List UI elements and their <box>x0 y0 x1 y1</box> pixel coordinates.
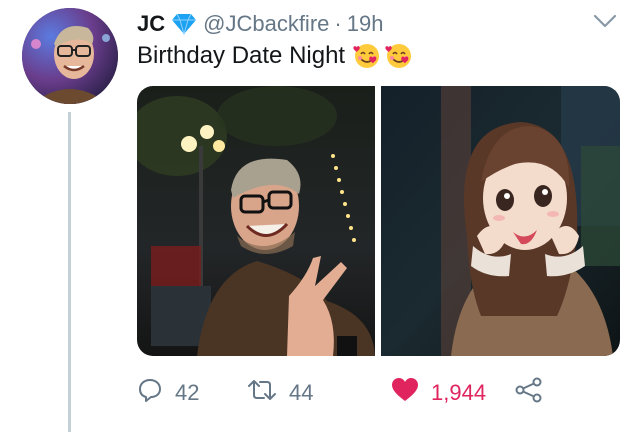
diamond-icon <box>171 13 197 35</box>
reply-button[interactable]: 42 <box>137 377 199 409</box>
media-grid <box>137 86 620 356</box>
retweet-count: 44 <box>289 380 314 405</box>
avatar[interactable] <box>22 8 118 104</box>
reply-icon <box>137 377 163 409</box>
retweet-button[interactable]: 44 <box>247 377 313 409</box>
timestamp[interactable]: 19h <box>347 11 384 37</box>
photo-anime-drawing[interactable] <box>381 86 620 356</box>
separator-dot: · <box>334 11 342 36</box>
smiling-face-with-hearts-emoji <box>385 42 413 70</box>
tweet-header: JC @JCbackfire · 19h <box>137 10 383 38</box>
share-icon <box>515 377 543 409</box>
tweet-text-body: Birthday Date Night <box>137 42 346 69</box>
retweet-icon <box>247 377 277 409</box>
chevron-down-icon[interactable] <box>592 12 618 30</box>
reply-count: 42 <box>175 380 200 405</box>
photo-selfie[interactable] <box>137 86 375 356</box>
share-button[interactable] <box>515 377 543 409</box>
author-handle[interactable]: @JCbackfire <box>203 11 329 37</box>
author-name[interactable]: JC <box>137 11 165 37</box>
smiling-face-with-hearts-emoji <box>353 42 381 70</box>
tweet-text: Birthday Date Night <box>137 42 413 70</box>
like-count: 1,944 <box>431 380 487 405</box>
like-button[interactable]: 1,944 <box>391 377 486 409</box>
thread-line <box>68 112 71 432</box>
tweet-actions: 42 44 1,944 <box>137 376 557 410</box>
heart-icon <box>391 377 419 409</box>
